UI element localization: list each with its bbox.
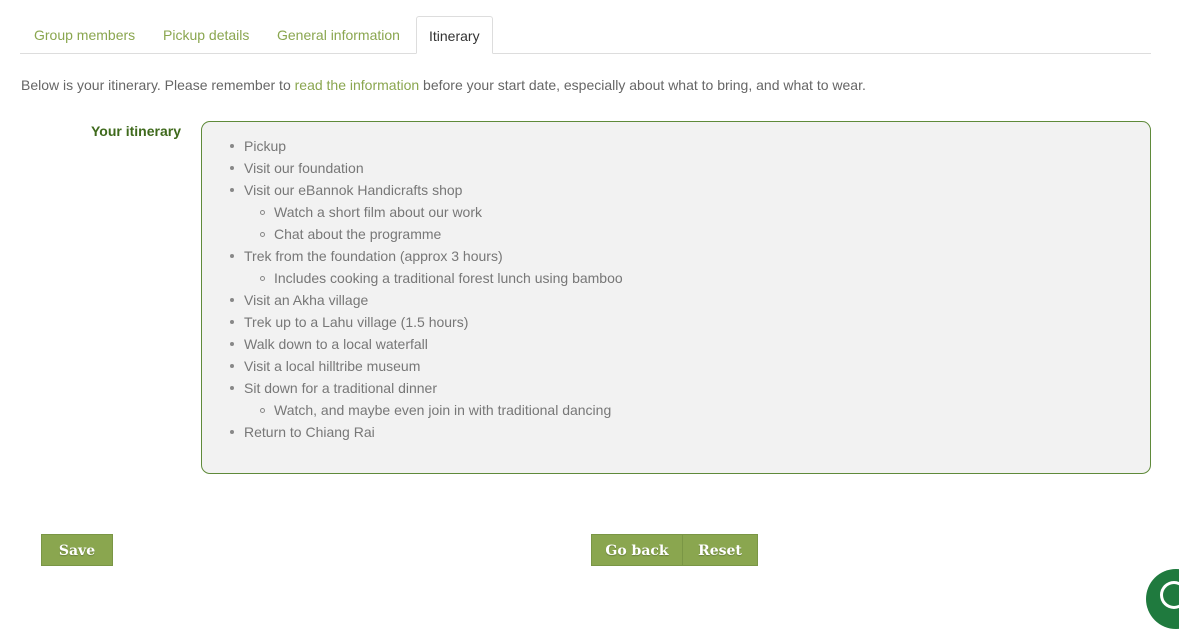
itinerary-sublist: Watch, and maybe even join in with tradi… bbox=[244, 399, 623, 421]
itinerary-subitem: Watch, and maybe even join in with tradi… bbox=[260, 399, 623, 421]
itinerary-subitem: Watch a short film about our work bbox=[260, 201, 623, 223]
itinerary-sublist: Includes cooking a traditional forest lu… bbox=[244, 267, 623, 289]
reset-button[interactable]: Reset bbox=[682, 534, 758, 566]
itinerary-item: Return to Chiang Rai bbox=[230, 421, 623, 443]
tab-general-information[interactable]: General information bbox=[263, 16, 414, 53]
itinerary-item: Walk down to a local waterfall bbox=[230, 333, 623, 355]
itinerary-item-text: Trek up to a Lahu village (1.5 hours) bbox=[244, 314, 469, 330]
tab-pickup-details[interactable]: Pickup details bbox=[149, 16, 263, 53]
tab-itinerary[interactable]: Itinerary bbox=[416, 16, 493, 54]
itinerary-item-text: Pickup bbox=[244, 138, 287, 154]
itinerary-item: Visit our foundation bbox=[230, 157, 623, 179]
itinerary-item: Visit an Akha village bbox=[230, 289, 623, 311]
go-back-button[interactable]: Go back bbox=[591, 534, 683, 566]
itinerary-list: Pickup Visit our foundation Visit our eBan… bbox=[230, 135, 623, 443]
itinerary-item-text: Walk down to a local waterfall bbox=[244, 336, 428, 352]
itinerary-item: Visit a local hilltribe museum bbox=[230, 355, 623, 377]
itinerary-label: Your itinerary bbox=[91, 123, 181, 139]
itinerary-item: Trek up to a Lahu village (1.5 hours) bbox=[230, 311, 623, 333]
itinerary-subitem: Chat about the programme bbox=[260, 223, 623, 245]
tab-bar: Group members Pickup details General inf… bbox=[20, 16, 1151, 54]
itinerary-sublist: Watch a short film about our work Chat ab… bbox=[244, 201, 623, 245]
itinerary-item: Trek from the foundation (approx 3 hours… bbox=[230, 245, 623, 289]
intro-before: Below is your itinerary. Please remember… bbox=[21, 77, 295, 93]
itinerary-subitem: Includes cooking a traditional forest lu… bbox=[260, 267, 623, 289]
itinerary-box: Pickup Visit our foundation Visit our eBan… bbox=[201, 121, 1151, 474]
itinerary-item-text: Return to Chiang Rai bbox=[244, 424, 375, 440]
itinerary-item-text: Visit a local hilltribe museum bbox=[244, 358, 421, 374]
tab-group-members[interactable]: Group members bbox=[20, 16, 149, 53]
intro-text: Below is your itinerary. Please remember… bbox=[21, 77, 866, 93]
chat-fab-button[interactable] bbox=[1146, 569, 1179, 629]
itinerary-item-text: Visit an Akha village bbox=[244, 292, 369, 308]
read-information-link[interactable]: read the information bbox=[295, 77, 420, 93]
itinerary-item-text: Sit down for a traditional dinner bbox=[244, 380, 437, 396]
itinerary-item-text: Visit our foundation bbox=[244, 160, 364, 176]
save-button[interactable]: Save bbox=[41, 534, 113, 566]
itinerary-item: Sit down for a traditional dinner Watch, … bbox=[230, 377, 623, 421]
itinerary-item: Visit our eBannok Handicrafts shop Watch … bbox=[230, 179, 623, 245]
intro-after: before your start date, especially about… bbox=[419, 77, 866, 93]
chat-icon bbox=[1160, 581, 1179, 609]
itinerary-item-text: Trek from the foundation (approx 3 hours… bbox=[244, 248, 503, 264]
itinerary-item-text: Visit our eBannok Handicrafts shop bbox=[244, 182, 463, 198]
itinerary-item: Pickup bbox=[230, 135, 623, 157]
